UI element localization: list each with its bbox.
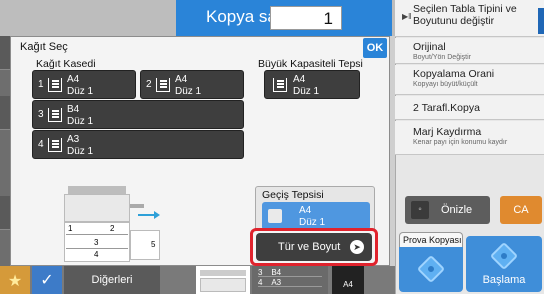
- tray-size: A4: [67, 74, 80, 85]
- start-diamond-icon: [489, 241, 519, 271]
- proof-copy-button[interactable]: [399, 247, 463, 292]
- original-item[interactable]: Orijinal Boyut/Yön Değiştir: [395, 38, 544, 64]
- bypass-label: Geçiş Tepsisi: [262, 189, 324, 201]
- tray-number: 2: [146, 79, 152, 90]
- item-title: Seçilen Tabla Tipini ve Boyutunu değişti…: [413, 3, 517, 27]
- item-subtitle: Kenar payı için konumu kaydır: [413, 139, 508, 146]
- start-button[interactable]: Başlama: [466, 236, 542, 292]
- cassette-label: Kağıt Kasedi: [36, 58, 96, 70]
- left-tab[interactable]: [0, 36, 10, 70]
- tray-icon: [273, 78, 287, 92]
- illustration-tray: 3: [94, 238, 99, 247]
- tray-type: Düz 1: [67, 146, 94, 157]
- tray-3-button[interactable]: 3 B4 Düz 1: [32, 100, 244, 129]
- tray-4-button[interactable]: 4 A3 Düz 1: [32, 130, 244, 159]
- mini-tray-row: 4 A3: [258, 278, 322, 287]
- tray-type: Düz 1: [175, 86, 202, 97]
- change-tray-type-size-item[interactable]: Seçilen Tabla Tipini ve Boyutunu değişti…: [395, 0, 544, 37]
- item-subtitle: Kopyayı büyüt/küçült: [413, 81, 478, 88]
- others-button[interactable]: Diğerleri: [64, 266, 160, 294]
- left-tab-strip: [0, 36, 10, 266]
- clear-all-button[interactable]: CA: [500, 196, 542, 224]
- proof-copy-label: Prova Kopyası: [399, 232, 463, 248]
- item-title: Marj Kaydırma: [413, 126, 482, 138]
- left-tab[interactable]: [0, 196, 10, 230]
- tray-number: 3: [38, 109, 44, 120]
- bypass-tray-button[interactable]: A4 Düz 1: [262, 202, 370, 230]
- tray-size: A4: [299, 205, 312, 216]
- item-subtitle: Boyut/Yön Değiştir: [413, 54, 471, 61]
- illustration-tray: 1 2: [68, 224, 115, 233]
- tray-type: Düz 1: [67, 86, 94, 97]
- left-tab[interactable]: [0, 96, 10, 130]
- tray-size: A3: [67, 134, 80, 145]
- tray-2-button[interactable]: 2 A4 Düz 1: [140, 70, 244, 99]
- type-and-size-button[interactable]: Tür ve Boyut ➤: [256, 233, 372, 261]
- copier-illustration: 1 2 3 4 5: [58, 186, 188, 264]
- type-size-label: Tür ve Boyut: [278, 241, 341, 253]
- item-title: Orijinal: [413, 41, 446, 53]
- start-diamond-icon: [416, 254, 446, 284]
- lcc-label: Büyük Kapasiteli Tepsi: [258, 58, 363, 70]
- tray-icon: [48, 78, 62, 92]
- tray-size: B4: [67, 104, 80, 115]
- output-size-thumbnail: A4: [332, 266, 364, 294]
- preview-label: Önizle: [441, 204, 473, 216]
- tray-icon: [48, 138, 62, 152]
- tray-type: Düz 1: [67, 116, 94, 127]
- ok-button[interactable]: OK: [363, 38, 387, 58]
- tray-number: 1: [38, 79, 44, 90]
- favorite-star-icon[interactable]: ★: [0, 266, 30, 294]
- tray-number: 4: [38, 139, 44, 150]
- panel-collapse-handle[interactable]: [538, 8, 544, 34]
- copier-thumbnail: [196, 266, 250, 294]
- tray-status-mini: 3 B4 4 A3: [252, 266, 328, 294]
- copy-ratio-item[interactable]: Kopyalama Orani Kopyayı büyüt/küçült: [395, 65, 544, 95]
- check-icon[interactable]: ✓: [32, 266, 62, 294]
- bypass-tray-icon: [268, 209, 282, 223]
- tray-size: A4: [293, 74, 306, 85]
- tray-1-button[interactable]: 1 A4 Düz 1: [32, 70, 136, 99]
- tray-type: Düz 1: [293, 86, 320, 97]
- tray-icon: [156, 78, 170, 92]
- arrow-right-icon: ➤: [350, 240, 364, 254]
- copies-field[interactable]: 1: [270, 6, 342, 30]
- mini-tray-row: 3 B4: [258, 268, 322, 277]
- start-label: Başlama: [482, 274, 526, 286]
- tray-size: A4: [175, 74, 188, 85]
- play-icon: ▶‖: [402, 12, 412, 21]
- preview-icon: ◦: [411, 201, 429, 219]
- duplex-copy-item[interactable]: 2 Tarafl.Kopya: [395, 96, 544, 120]
- margin-shift-item[interactable]: Marj Kaydırma Kenar payı için konumu kay…: [395, 121, 544, 155]
- item-title: Kopyalama Orani: [413, 68, 495, 80]
- illustration-tray: 4: [94, 250, 99, 259]
- preview-button[interactable]: ◦ Önizle: [405, 196, 490, 224]
- tray-type: Düz 1: [299, 217, 326, 228]
- illustration-lcc: 5: [151, 240, 156, 249]
- lcc-tray-button[interactable]: A4 Düz 1: [264, 70, 360, 99]
- dialog-title: Kağıt Seç: [20, 41, 68, 53]
- tray-icon: [48, 108, 62, 122]
- item-title: 2 Tarafl.Kopya: [413, 102, 480, 114]
